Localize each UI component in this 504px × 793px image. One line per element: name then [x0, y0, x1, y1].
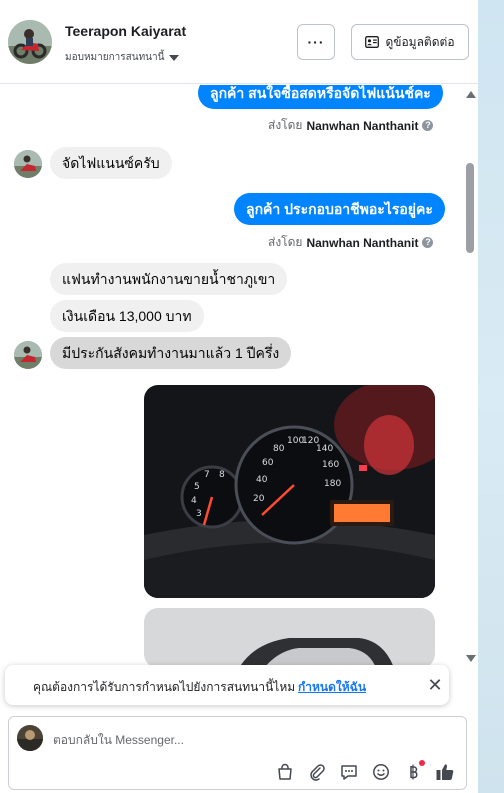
svg-text:140: 140	[316, 444, 333, 454]
svg-text:3: 3	[196, 509, 202, 519]
thumbs-up-icon[interactable]	[435, 762, 455, 782]
attachment-icon[interactable]	[307, 762, 327, 782]
svg-text:80: 80	[273, 444, 285, 454]
notification-dot	[419, 760, 425, 766]
reply-input[interactable]	[53, 731, 383, 749]
assign-notice-text: คุณต้องการได้รับการกำหนดไปยังการสนทนานี้…	[33, 680, 296, 694]
avatar[interactable]	[14, 150, 42, 178]
emoji-icon[interactable]	[371, 762, 391, 782]
photo-attachment[interactable]: 20 40 60 80 100 120 140 160 180 785 43	[144, 385, 435, 598]
help-icon[interactable]: ?	[422, 237, 434, 248]
reply-composer	[8, 716, 467, 790]
incoming-message[interactable]: เงินเดือน 13,000 บาท	[50, 300, 204, 332]
more-icon: ···	[307, 34, 325, 50]
assign-notice: คุณต้องการได้รับการกำหนดไปยังการสนทนานี้…	[5, 665, 449, 705]
sent-by-label: ส่งโดย Nanwhan Nanthanit ?	[268, 233, 434, 252]
svg-text:40: 40	[256, 475, 268, 485]
message-list[interactable]: ลูกค้า สนใจซื้อสดหรือจัดไฟแน้นช์คะ ส่งโด…	[0, 85, 478, 665]
contact-name[interactable]: Teerapon Kaiyarat	[65, 23, 186, 39]
sender-name[interactable]: Nanwhan Nanthanit	[306, 119, 418, 133]
svg-text:8: 8	[219, 470, 225, 480]
help-icon[interactable]: ?	[422, 120, 434, 131]
incoming-message[interactable]: แฟนทำงานพนักงานขายน้ำชาภูเขา	[50, 263, 288, 295]
close-icon[interactable]: ✕	[425, 675, 445, 695]
avatar[interactable]	[8, 20, 52, 64]
outgoing-message[interactable]: ลูกค้า ประกอบอาชีพอะไรอยู่คะ	[234, 193, 445, 225]
svg-text:7: 7	[204, 470, 210, 480]
view-contact-button[interactable]: ดูข้อมูลติดต่อ	[351, 24, 469, 60]
sender-name[interactable]: Nanwhan Nanthanit	[306, 236, 418, 250]
contact-card-icon	[365, 36, 380, 48]
sent-by-prefix: ส่งโดย	[268, 118, 303, 132]
view-contact-label: ดูข้อมูลติดต่อ	[385, 34, 455, 49]
scroll-up-arrow[interactable]	[466, 91, 476, 98]
avatar	[17, 725, 43, 751]
outgoing-message[interactable]: ลูกค้า สนใจซื้อสดหรือจัดไฟแน้นช์คะ	[198, 85, 443, 109]
currency-icon[interactable]	[403, 760, 425, 782]
background-strip	[478, 0, 504, 793]
saved-reply-icon[interactable]	[339, 762, 359, 782]
sent-by-label: ส่งโดย Nanwhan Nanthanit ?	[268, 116, 434, 135]
incoming-message[interactable]: จัดไฟแนนซ์ครับ	[50, 147, 172, 179]
svg-text:20: 20	[253, 494, 265, 504]
svg-text:160: 160	[322, 460, 339, 470]
composer-toolbar	[275, 760, 455, 783]
more-button[interactable]: ···	[297, 24, 335, 60]
scroll-down-arrow[interactable]	[466, 655, 476, 662]
conversation-header: Teerapon Kaiyarat มอบหมายการสนทนานี้ ···…	[0, 0, 478, 84]
avatar[interactable]	[14, 341, 42, 369]
assign-conversation-label: มอบหมายการสนทนานี้	[65, 52, 165, 63]
svg-text:180: 180	[324, 479, 341, 489]
scrollbar-thumb[interactable]	[466, 163, 474, 253]
caret-down-icon	[169, 54, 180, 61]
svg-text:60: 60	[262, 458, 274, 468]
shopping-bag-icon[interactable]	[275, 762, 295, 782]
svg-text:5: 5	[194, 482, 200, 492]
incoming-message[interactable]: มีประกันสังคมทำงานมาแล้ว 1 ปีครึ่ง	[50, 337, 292, 369]
conversation-panel: Teerapon Kaiyarat มอบหมายการสนทนานี้ ···…	[0, 0, 478, 793]
assign-conversation-dropdown[interactable]: มอบหมายการสนทนานี้	[65, 50, 180, 65]
photo-attachment[interactable]	[144, 608, 435, 665]
assign-to-me-link[interactable]: กำหนดให้ฉัน	[298, 678, 366, 697]
sent-by-prefix: ส่งโดย	[268, 235, 303, 249]
svg-text:4: 4	[191, 496, 197, 506]
